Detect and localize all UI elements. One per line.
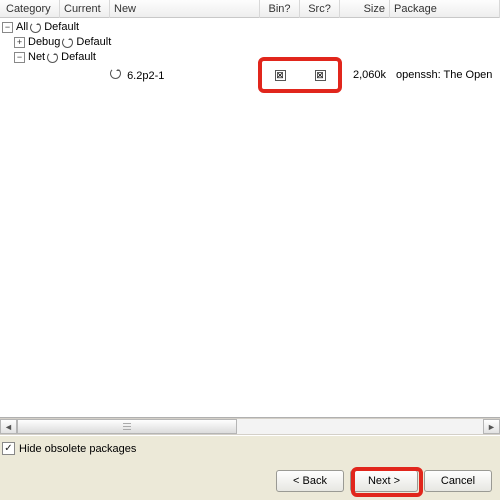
scroll-thumb[interactable] <box>17 419 237 434</box>
cycle-icon[interactable] <box>47 52 58 63</box>
scroll-right-button[interactable]: ► <box>483 419 500 434</box>
category-name: Debug <box>28 35 60 50</box>
category-state: Default <box>61 50 96 65</box>
col-package[interactable]: Package <box>390 0 500 18</box>
bin-checkbox[interactable]: ⊠ <box>275 70 286 81</box>
col-current[interactable]: Current <box>60 0 110 18</box>
size-cell: 2,060k <box>340 68 390 83</box>
src-checkbox[interactable]: ⊠ <box>315 70 326 81</box>
col-bin[interactable]: Bin? <box>260 0 300 18</box>
next-button[interactable]: Next > <box>350 470 418 492</box>
tree-row-net[interactable]: − Net Default <box>0 50 500 65</box>
src-cell[interactable]: ⊠ <box>300 68 340 83</box>
category-state: Default <box>44 20 79 35</box>
expander-icon[interactable]: − <box>2 22 13 33</box>
col-size[interactable]: Size <box>340 0 390 18</box>
package-desc: openssh: The Open <box>390 68 500 83</box>
expander-icon[interactable]: − <box>14 52 25 63</box>
hide-obsolete-label: Hide obsolete packages <box>19 443 136 455</box>
installer-window: Category Current New Bin? Src? Size Pack… <box>0 0 500 500</box>
package-list-area: Category Current New Bin? Src? Size Pack… <box>0 0 500 418</box>
cycle-icon[interactable] <box>110 68 121 79</box>
new-version-text: 6.2p2-1 <box>127 70 164 82</box>
bottom-panel: ◄ ► ✓ Hide obsolete packages < Back Next… <box>0 418 500 500</box>
col-category[interactable]: Category <box>0 0 60 18</box>
scroll-left-button[interactable]: ◄ <box>0 419 17 434</box>
new-version-cell[interactable]: 6.2p2-1 <box>110 68 260 83</box>
cycle-icon[interactable] <box>30 22 41 33</box>
col-src[interactable]: Src? <box>300 0 340 18</box>
bin-cell[interactable]: ⊠ <box>260 68 300 83</box>
hide-obsolete-row[interactable]: ✓ Hide obsolete packages <box>0 435 500 455</box>
horizontal-scrollbar[interactable]: ◄ ► <box>0 418 500 435</box>
category-name: All <box>16 20 28 35</box>
button-bar: < Back Next > Cancel <box>0 455 500 500</box>
tree-row-all[interactable]: − All Default <box>0 20 500 35</box>
scroll-track[interactable] <box>17 419 483 434</box>
column-headers: Category Current New Bin? Src? Size Pack… <box>0 0 500 18</box>
category-tree: − All Default + Debug Default − Net Defa… <box>0 18 500 65</box>
package-row-openssh[interactable]: 6.2p2-1 ⊠ ⊠ 2,060k openssh: The Open <box>0 68 500 83</box>
category-name: Net <box>28 50 45 65</box>
hide-obsolete-checkbox[interactable]: ✓ <box>2 442 15 455</box>
expander-icon[interactable]: + <box>14 37 25 48</box>
back-button[interactable]: < Back <box>276 470 344 492</box>
cycle-icon[interactable] <box>62 37 73 48</box>
category-state: Default <box>76 35 111 50</box>
tree-row-debug[interactable]: + Debug Default <box>0 35 500 50</box>
cancel-button[interactable]: Cancel <box>424 470 492 492</box>
grip-icon <box>123 423 131 432</box>
col-new[interactable]: New <box>110 0 260 18</box>
